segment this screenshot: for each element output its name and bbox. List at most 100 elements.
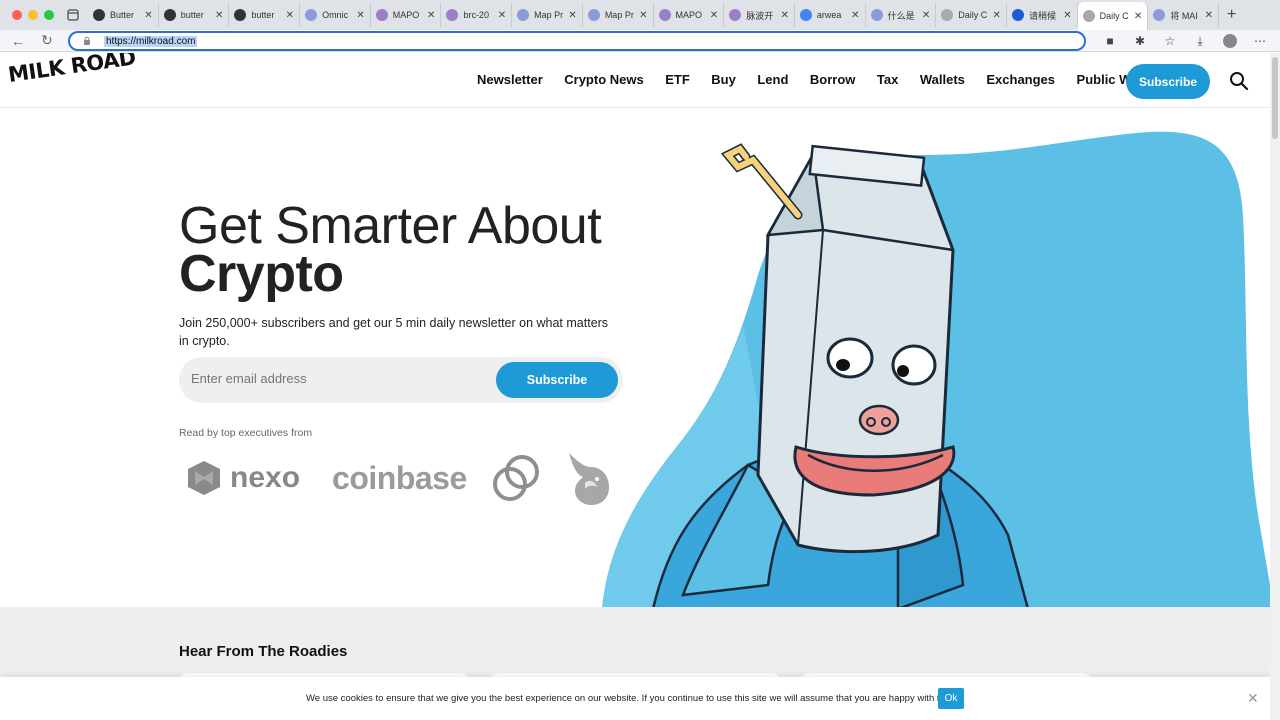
page-scrollbar[interactable] <box>1270 53 1280 720</box>
site-info-icon[interactable] <box>82 36 92 46</box>
browser-tab-bar: Butter ✕ butter ✕ butter ✕ Omnic ✕ MAPO ✕ brc-20 ✕ M… <box>0 0 1280 30</box>
newsletter-form: Subscribe <box>179 357 623 403</box>
nav-link-wallets[interactable]: Wallets <box>920 72 965 87</box>
c-icon <box>1011 9 1024 21</box>
nav-link-buy[interactable]: Buy <box>711 72 736 87</box>
maximize-window-button[interactable] <box>44 10 54 20</box>
browser-tab[interactable]: brc-20 ✕ <box>441 3 513 27</box>
page-icon <box>1082 10 1095 22</box>
tab-close-icon[interactable]: ✕ <box>286 10 294 21</box>
tab-close-icon[interactable]: ✕ <box>215 10 223 21</box>
site-header: MILK ROAD Newsletter Crypto News ETF Buy Len… <box>0 53 1270 108</box>
tab-close-icon[interactable]: ✕ <box>427 10 435 21</box>
url-text[interactable]: https://milkroad.com <box>104 35 198 47</box>
tab-label: MAPO <box>675 10 703 20</box>
nav-link-crypto-news[interactable]: Crypto News <box>564 72 643 87</box>
email-input[interactable] <box>191 371 471 386</box>
browser-tab[interactable]: butter ✕ <box>229 3 301 27</box>
close-window-button[interactable] <box>12 10 22 20</box>
hero-title-line2: Crypto <box>179 245 344 303</box>
page-icon <box>941 9 954 21</box>
sidebar-toggle-icon[interactable] <box>62 4 84 26</box>
browser-tab[interactable]: Omnic ✕ <box>300 3 371 27</box>
cookie-text: We use cookies to ensure that we give yo… <box>306 693 945 704</box>
milk-road-logo[interactable]: MILK ROAD <box>7 53 137 87</box>
testimonials-heading: Hear From The Roadies <box>179 643 348 660</box>
tab-label: Daily C <box>1099 11 1129 21</box>
tab-label: 脉波开 <box>746 10 774 21</box>
download-icon[interactable]: ⤓ <box>1190 31 1210 51</box>
hero-subscribe-button[interactable]: Subscribe <box>496 362 618 398</box>
map-icon <box>375 9 388 21</box>
nav-link-etf[interactable]: ETF <box>665 72 690 87</box>
nexo-logo: nexo <box>186 461 300 495</box>
browser-tab[interactable]: Map Pr ✕ <box>512 3 583 27</box>
tab-close-icon[interactable]: ✕ <box>1134 11 1142 22</box>
tab-label: butter <box>251 10 275 20</box>
coinbase-logo: coinbase <box>332 459 467 496</box>
tab-close-icon[interactable]: ✕ <box>356 10 364 21</box>
nexo-wordmark: nexo <box>230 461 301 494</box>
browser-tab[interactable]: Butter ✕ <box>88 3 159 27</box>
tab-close-icon[interactable]: ✕ <box>639 10 647 21</box>
tab-close-icon[interactable]: ✕ <box>780 10 788 21</box>
close-icon[interactable]: ✕ <box>1247 690 1259 707</box>
tab-close-icon[interactable]: ✕ <box>993 10 1001 21</box>
browser-tab[interactable]: 请稍候 ✕ <box>1007 3 1078 27</box>
tab-close-icon[interactable]: ✕ <box>1205 10 1213 21</box>
browser-tab[interactable]: butter ✕ <box>159 3 230 27</box>
favorites-icon[interactable]: ☆ <box>1160 31 1180 51</box>
address-bar-row: ← ↻ https://milkroad.com ■ ✱ ☆ ⤓ ⋯ <box>0 30 1280 52</box>
tab-label: 请稍候 <box>1028 10 1056 21</box>
tab-close-icon[interactable]: ✕ <box>922 10 930 21</box>
cookie-ok-button[interactable]: Ok <box>938 688 964 709</box>
browser-tab[interactable]: 什么是 ✕ <box>866 3 937 27</box>
extension-icon[interactable]: ■ <box>1100 31 1120 51</box>
github-icon <box>234 9 247 21</box>
browser-tab[interactable]: Daily C ✕ <box>1077 2 1149 30</box>
hero-subtitle: Join 250,000+ subscribers and get our 5 … <box>179 316 609 348</box>
tab-close-icon[interactable]: ✕ <box>498 10 506 21</box>
more-menu-icon[interactable]: ⋯ <box>1250 31 1270 51</box>
nav-link-tax[interactable]: Tax <box>877 72 898 87</box>
browser-tab[interactable]: Daily C ✕ <box>936 3 1007 27</box>
uniswap-unicorn-icon <box>568 453 609 505</box>
tab-close-icon[interactable]: ✕ <box>851 10 859 21</box>
nav-link-lend[interactable]: Lend <box>757 72 788 87</box>
triangle-icon <box>870 9 883 21</box>
tab-label: arwea <box>816 10 842 20</box>
url-field[interactable]: https://milkroad.com <box>68 31 1086 51</box>
minimize-window-button[interactable] <box>28 10 38 20</box>
browser-tab[interactable]: Map Pr ✕ <box>583 3 654 27</box>
google-icon <box>799 9 812 21</box>
browser-tab[interactable]: MAPO ✕ <box>654 3 725 27</box>
browser-tab[interactable]: arwea ✕ <box>795 3 866 27</box>
tab-close-icon[interactable]: ✕ <box>710 10 718 21</box>
header-subscribe-button[interactable]: Subscribe <box>1126 64 1210 99</box>
tab-close-icon[interactable]: ✕ <box>1063 10 1071 21</box>
back-arrow-icon[interactable]: ← <box>7 30 29 52</box>
new-tab-button[interactable]: + <box>1219 6 1236 24</box>
tab-close-icon[interactable]: ✕ <box>144 10 152 21</box>
tab-label: Omnic <box>322 10 349 20</box>
read-by-label: Read by top executives from <box>179 427 313 439</box>
nav-link-exchanges[interactable]: Exchanges <box>986 72 1055 87</box>
tab-label: 将 MAI <box>1170 10 1198 21</box>
reload-icon[interactable]: ↻ <box>36 30 58 52</box>
triangle-icon <box>587 9 600 21</box>
search-icon[interactable] <box>1229 71 1249 91</box>
github-icon <box>93 9 105 21</box>
tab-close-icon[interactable]: ✕ <box>568 10 576 21</box>
nav-link-newsletter[interactable]: Newsletter <box>477 72 543 87</box>
profile-avatar[interactable] <box>1220 31 1240 51</box>
nav-link-borrow[interactable]: Borrow <box>810 72 856 87</box>
browser-tab[interactable]: 脉波开 ✕ <box>724 3 795 27</box>
browser-tab[interactable]: MAPO ✕ <box>371 3 442 27</box>
browser-tab[interactable]: 将 MAI ✕ <box>1148 3 1219 27</box>
gemini-logo-icon <box>492 455 539 501</box>
tab-label: 什么是 <box>887 10 915 21</box>
puzzle-icon[interactable]: ✱ <box>1130 31 1150 51</box>
nexo-mark-icon <box>188 461 220 495</box>
scrollbar-thumb[interactable] <box>1272 57 1278 139</box>
window-controls <box>0 10 62 20</box>
